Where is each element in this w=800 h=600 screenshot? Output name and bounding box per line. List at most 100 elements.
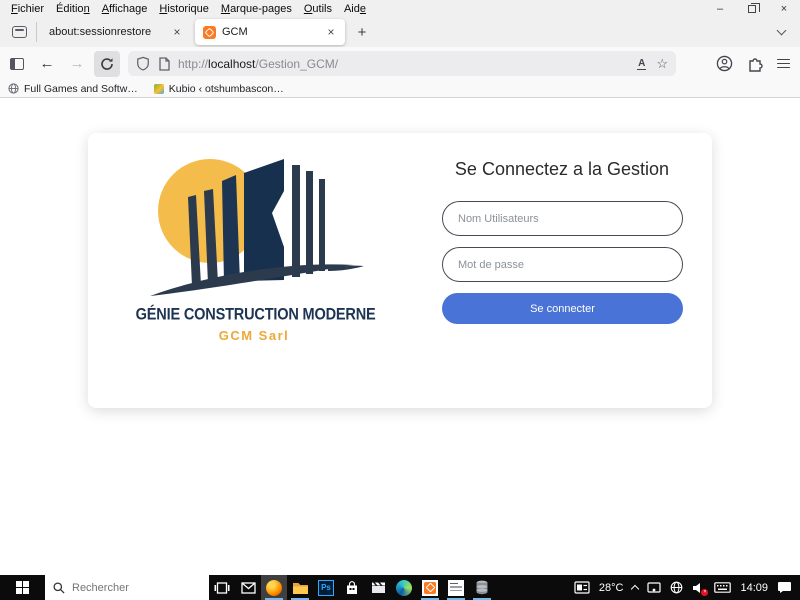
xampp-button[interactable] [417,575,443,600]
task-view-icon [214,581,230,594]
urlbar-action-icons: A ☆ [637,56,668,72]
new-tab-button[interactable]: + [349,20,375,44]
search-input[interactable] [72,581,182,594]
edge-button[interactable] [391,575,417,600]
menu-label: utils [312,2,332,15]
logo-text-line2: GCM Sarl [218,328,290,343]
tab-sessionrestore[interactable]: about:sessionrestore × [39,19,191,45]
buildings-sun-logo-icon [150,159,364,296]
windows-taskbar: Ps [0,575,800,600]
tab-gcm-active[interactable]: GCM × [195,19,345,45]
window-controls: – × [704,0,800,17]
browser-menu-bar: Fichier Édition Affichage Historique Mar… [0,0,800,17]
extensions-icon[interactable] [747,56,763,72]
tab-separator [36,22,37,42]
shield-icon [137,56,149,71]
menu-label: ffichage [109,2,148,15]
reload-button[interactable] [94,50,120,77]
page-info-icon [159,56,170,71]
list-all-tabs-button[interactable] [770,22,792,42]
clapperboard-icon [371,582,385,593]
text-editor-icon [448,579,464,596]
url-scheme: http:// [178,56,209,71]
close-tab-icon[interactable]: × [323,24,339,40]
show-hidden-icons-icon[interactable] [631,584,640,594]
bookmark-label: Kubio ‹ otshumbascon… [168,82,284,95]
globe-icon [8,83,19,94]
clock[interactable]: 14:09 [740,582,768,594]
menu-marque-pages[interactable]: Marque-pages [215,2,298,16]
touch-keyboard-icon[interactable] [714,582,732,593]
store-button[interactable] [339,575,365,600]
photoshop-button[interactable]: Ps [313,575,339,600]
cast-display-icon[interactable] [647,581,662,594]
menu-label: Éditio [56,2,84,15]
search-icon [53,581,65,594]
edge-icon [396,579,412,596]
address-bar[interactable]: http://localhost/Gestion_GCM/ A ☆ [128,51,676,76]
restore-icon [748,2,760,13]
database-icon [476,580,488,595]
bookmark-star-icon[interactable]: ☆ [656,56,668,72]
kubio-icon [153,83,164,94]
firefox-view-button[interactable] [4,20,34,44]
sidebar-icon [10,57,24,70]
taskbar-search[interactable] [45,575,209,600]
chevron-down-icon [776,25,786,36]
minimize-button[interactable]: – [704,0,736,17]
tab-bar: about:sessionrestore × GCM × + [0,17,800,47]
tab-title: about:sessionrestore [49,26,152,38]
login-heading: Se Connectez a la Gestion [454,159,670,179]
close-tab-icon[interactable]: × [169,24,185,40]
start-button[interactable] [0,575,45,600]
bookmark-full-games[interactable]: Full Games and Softw… [8,83,138,95]
windows-logo-icon [16,581,29,594]
back-button[interactable]: ← [34,51,60,77]
firefox-taskbar-button[interactable] [261,575,287,600]
username-input[interactable] [442,201,683,236]
menu-label: arque-pages [230,2,292,15]
sidebar-button[interactable] [4,51,30,77]
text-editor-button[interactable] [443,575,469,600]
menu-fichier[interactable]: Fichier [5,2,50,16]
menu-affichage[interactable]: Affichage [96,2,154,16]
reload-icon [101,57,113,70]
forward-button[interactable]: → [64,51,90,77]
menu-historique[interactable]: Historique [153,2,215,16]
database-button[interactable] [469,575,495,600]
page-viewport: GÉNIE CONSTRUCTION MODERNE GCM Sarl Se C… [0,99,800,575]
menu-label: ichier [17,2,45,15]
photoshop-icon: Ps [318,579,334,596]
bookmark-label: Full Games and Softw… [24,82,138,95]
menu-label: Aid [343,2,360,15]
xampp-icon [422,579,438,596]
menu-edition[interactable]: Édition [50,2,96,16]
firefox-icon [266,579,282,596]
temperature-readout[interactable]: 28°C [599,582,624,594]
menu-label: n [83,2,90,15]
mail-icon [240,581,256,594]
network-globe-icon[interactable] [670,581,683,594]
news-widget-icon[interactable] [574,581,590,594]
action-center-icon[interactable] [777,581,792,594]
firefox-view-icon [11,26,27,38]
menu-outils[interactable]: Outils [298,2,338,16]
volume-muted-icon[interactable]: × [692,582,709,596]
close-button[interactable]: × [768,0,800,17]
app-menu-icon[interactable] [777,58,790,69]
tab-title: GCM [222,26,248,38]
account-icon[interactable] [716,55,733,72]
password-input[interactable] [442,247,683,282]
video-editor-button[interactable] [365,575,391,600]
bookmark-kubio[interactable]: Kubio ‹ otshumbascon… [153,82,284,95]
login-button[interactable]: Se connecter [442,293,683,324]
url-display[interactable]: http://localhost/Gestion_GCM/ [178,57,637,71]
translate-icon[interactable]: A [637,58,647,70]
url-path: /Gestion_GCM/ [255,56,339,71]
menu-label: istorique [167,2,209,15]
task-view-button[interactable] [209,575,235,600]
file-explorer-button[interactable] [287,575,313,600]
mail-button[interactable] [235,575,261,600]
restore-button[interactable] [736,0,768,17]
menu-aide[interactable]: Aide [338,2,372,16]
